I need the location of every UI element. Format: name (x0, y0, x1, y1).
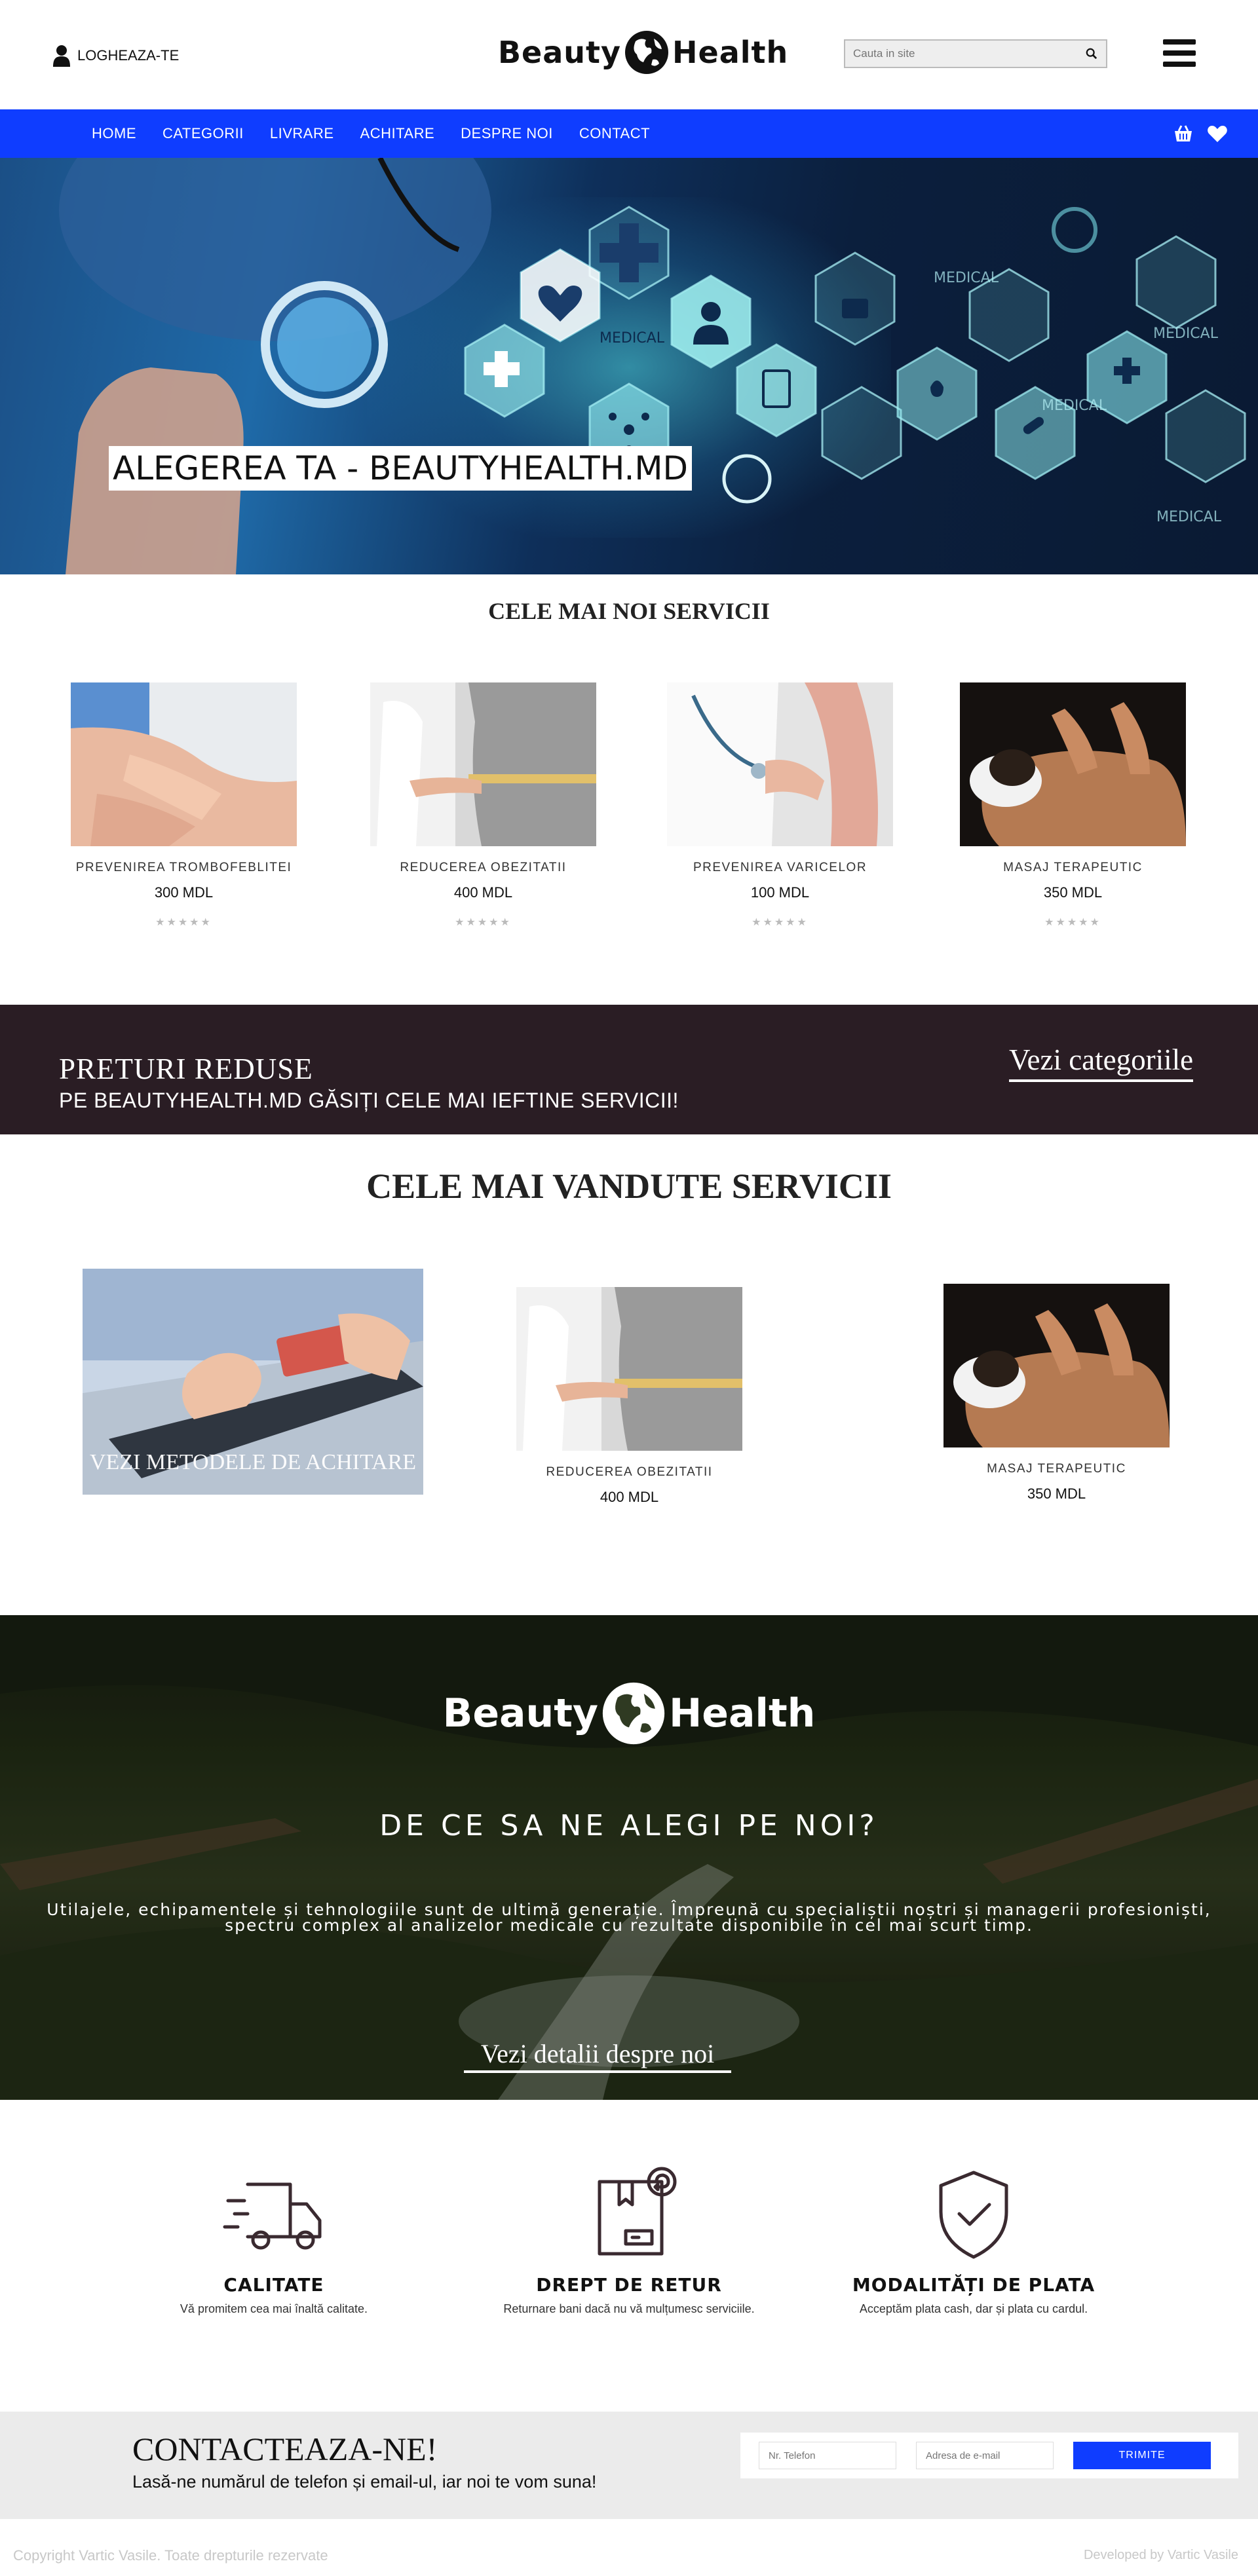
product-name[interactable]: MASAJ TERAPEUTIC (960, 861, 1186, 875)
submit-button[interactable]: TRIMITE (1073, 2442, 1211, 2469)
site-logo[interactable]: Beauty Health (498, 26, 788, 79)
rating-stars: ★★★★★ (155, 917, 212, 928)
search-icon[interactable] (1077, 41, 1106, 67)
developer-credit: Developed by Vartic Vasile (1083, 2548, 1238, 2562)
product-price: 350 MDL (1027, 1485, 1086, 1502)
product-name[interactable]: PREVENIREA VARICELOR (667, 861, 893, 875)
why-logo-right: Health (669, 1690, 816, 1736)
product-price: 100 MDL (750, 884, 810, 901)
product-image[interactable] (960, 682, 1186, 846)
product-name[interactable]: PREVENIREA TROMBOFEBLITEI (71, 861, 297, 875)
feature-title: DREPT DE RETUR (536, 2274, 722, 2296)
delivery-truck-icon (223, 2182, 322, 2250)
product-card[interactable]: PREVENIREA VARICELOR 100 MDL ★★★★★ (667, 682, 893, 929)
rating-stars: ★★★★★ (455, 917, 512, 928)
user-icon (53, 45, 70, 67)
view-categories-link[interactable]: Vezi categoriile (1009, 1043, 1194, 1082)
product-card[interactable]: MASAJ TERAPEUTIC 350 MDL ★★★★★ (960, 682, 1186, 929)
nav-item-achitare[interactable]: ACHITARE (360, 125, 435, 142)
product-image[interactable] (71, 682, 297, 846)
contact-form: TRIMITE (740, 2433, 1238, 2478)
product-name[interactable]: REDUCEREA OBEZITATII (370, 861, 596, 875)
feature-payment: MODALITĂȚI DE PLATA Acceptăm plata cash,… (823, 2169, 1124, 2316)
main-nav: HOME CATEGORII LIVRARE ACHITARE DESPRE N… (0, 109, 1258, 158)
payment-methods-card[interactable]: VEZI METODELE DE ACHITARE (83, 1269, 423, 1495)
product-name[interactable]: REDUCEREA OBEZITATII (516, 1465, 742, 1480)
nav-item-livrare[interactable]: LIVRARE (270, 125, 334, 142)
hex-label-5: MEDICAL (1156, 509, 1222, 525)
medical-hexagon-graphic: MEDICAL MEDICAL MEDICAL MEDICAL MEDICAL (59, 158, 1246, 574)
product-image[interactable] (943, 1284, 1170, 1447)
best-sellers-title: CELE MAI VANDUTE SERVICII (366, 1167, 892, 1206)
logo-text-left: Beauty (498, 35, 622, 70)
why-description: Utilajele, echipamentele și tehnologiile… (47, 1900, 1211, 1935)
product-card[interactable]: PREVENIREA TROMBOFEBLITEI 300 MDL ★★★★★ (71, 682, 297, 929)
payment-methods-label[interactable]: VEZI METODELE DE ACHITARE (83, 1450, 423, 1475)
product-card[interactable]: REDUCEREA OBEZITATII 400 MDL ★★★★★ (370, 682, 596, 929)
globe-icon (625, 31, 669, 74)
feature-returns: DREPT DE RETUR Returnare bani dacă nu vă… (478, 2165, 780, 2316)
product-card[interactable]: REDUCEREA OBEZITATII 400 MDL (516, 1287, 742, 1506)
promo-title: PRETURI REDUSE (59, 1053, 313, 1085)
why-logo-left: Beauty (442, 1690, 599, 1736)
feature-quality: CALITATE Vă promitem cea mai înaltă cali… (123, 2175, 425, 2316)
search-input[interactable] (845, 41, 1077, 67)
hex-label-4: MEDICAL (1042, 398, 1107, 414)
feature-title: MODALITĂȚI DE PLATA (852, 2274, 1096, 2296)
why-title: DE CE SA NE ALEGI PE NOI? (379, 1809, 879, 1842)
contact-section: CONTACTEAZA-NE! Lasă-ne numărul de telef… (0, 2412, 1258, 2519)
feature-title: CALITATE (223, 2274, 324, 2296)
copyright-text: Copyright Vartic Vasile. Toate drepturil… (13, 2547, 328, 2564)
email-input[interactable] (916, 2442, 1054, 2469)
product-image[interactable] (667, 682, 893, 846)
nav-item-despre-noi[interactable]: DESPRE NOI (461, 125, 553, 142)
feature-desc: Returnare bani dacă nu vă mulțumesc serv… (503, 2302, 755, 2315)
product-price: 350 MDL (1043, 884, 1103, 901)
product-price: 300 MDL (154, 884, 214, 901)
why-choose-us-section: Beauty Health DE CE SA NE ALEGI PE NOI? … (0, 1615, 1258, 2100)
feature-desc: Acceptăm plata cash, dar și plata cu car… (859, 2302, 1088, 2315)
globe-icon (602, 1682, 665, 1745)
product-image[interactable] (370, 682, 596, 846)
search-box (844, 39, 1107, 68)
logo-text-right: Health (672, 35, 789, 70)
product-image[interactable] (516, 1287, 742, 1451)
promo-subtitle: PE BEAUTYHEALTH.MD GĂSIȚI CELE MAI IEFTI… (59, 1089, 679, 1112)
product-price: 400 MDL (600, 1489, 659, 1505)
product-card[interactable]: MASAJ TERAPEUTIC 350 MDL (943, 1284, 1170, 1503)
shield-check-icon (939, 2171, 1008, 2259)
nav-item-contact[interactable]: CONTACT (579, 125, 650, 142)
contact-subtitle: Lasă-ne numărul de telefon și email-ul, … (132, 2472, 597, 2492)
product-price: 400 MDL (453, 884, 513, 901)
hero-banner: MEDICAL MEDICAL MEDICAL MEDICAL MEDICAL … (0, 158, 1258, 574)
nav-item-home[interactable]: HOME (92, 125, 136, 142)
new-services-title: CELE MAI NOI SERVICII (488, 598, 770, 624)
product-name[interactable]: MASAJ TERAPEUTIC (943, 1462, 1170, 1476)
hex-label-1: MEDICAL (600, 330, 665, 346)
discount-banner: PRETURI REDUSE PE BEAUTYHEALTH.MD GĂSIȚI… (0, 1005, 1258, 1134)
about-details-link[interactable]: Vezi detalii despre noi (464, 2038, 731, 2073)
contact-title: CONTACTEAZA-NE! (132, 2431, 438, 2467)
phone-input[interactable] (759, 2442, 896, 2469)
hex-label-3: MEDICAL (1153, 326, 1219, 342)
login-label: LOGHEAZA-TE (77, 47, 180, 64)
nav-item-categorii[interactable]: CATEGORII (162, 125, 244, 142)
menu-hamburger-icon[interactable] (1163, 39, 1196, 67)
hex-label-2: MEDICAL (934, 270, 999, 286)
shopping-basket-icon[interactable] (1172, 122, 1194, 145)
site-header: LOGHEAZA-TE Beauty Health (0, 0, 1258, 109)
return-box-icon (598, 2167, 677, 2256)
rating-stars: ★★★★★ (1044, 917, 1101, 928)
rating-stars: ★★★★★ (752, 917, 809, 928)
feature-desc: Vă promitem cea mai înaltă calitate. (180, 2302, 368, 2315)
why-logo: Beauty Health (426, 1681, 832, 1746)
heart-icon[interactable] (1206, 122, 1229, 145)
hero-title: ALEGEREA TA - BEAUTYHEALTH.MD (109, 446, 693, 491)
login-link[interactable]: LOGHEAZA-TE (52, 45, 179, 67)
